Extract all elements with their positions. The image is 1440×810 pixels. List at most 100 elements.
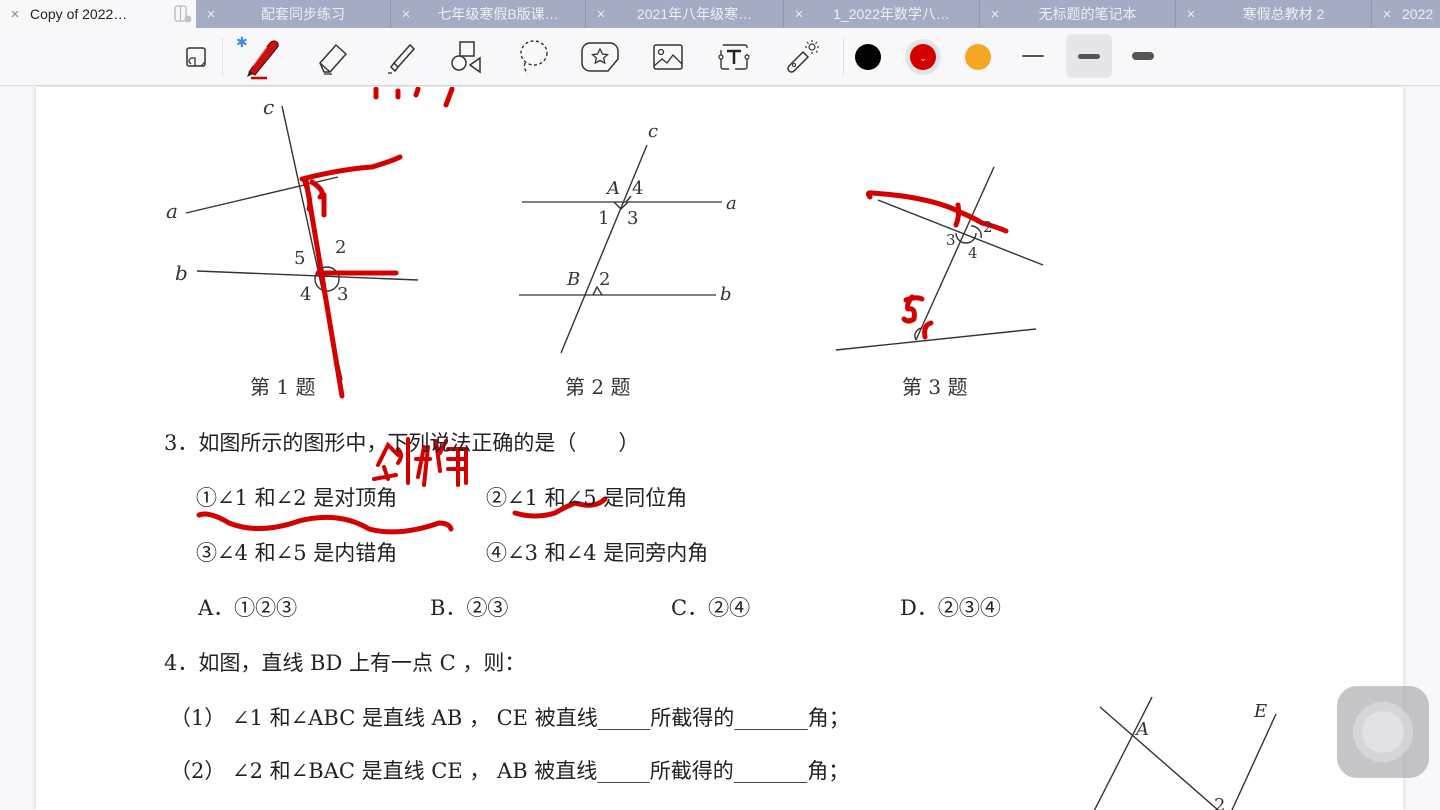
tab-4[interactable]: × 2021年八年级寒… <box>586 0 784 28</box>
fig1-label-3: 3 <box>337 284 349 305</box>
q3-stem: 3．如图所示的图形中，下列说法正确的是（ ） <box>164 431 640 455</box>
option-letter: A． <box>198 596 235 620</box>
fig2-label-2: 2 <box>599 269 611 290</box>
fig3-caption: 第 3 题 <box>902 375 968 399</box>
pen-tool-button[interactable]: ✱ <box>236 28 288 86</box>
q4-stem: 4．如图，直线 BD 上有一点 C ，则： <box>164 651 526 675</box>
q3-option-d[interactable]: D．②③④ <box>900 592 1001 622</box>
fig2-label-a: a <box>726 193 737 214</box>
tab-3[interactable]: × 七年级寒假B版课… <box>391 0 586 28</box>
fig2-label-4: 4 <box>632 178 644 199</box>
split-view-icon[interactable] <box>170 5 196 23</box>
shapes-tool-button[interactable] <box>444 28 488 86</box>
q3-statement-1: ①∠1 和∠2 是对顶角 <box>196 486 398 510</box>
fig1-label-c: c <box>263 95 275 119</box>
color-black-swatch[interactable] <box>855 44 881 70</box>
fig2-label-c: c <box>648 121 659 142</box>
option-letter: D． <box>900 596 938 620</box>
option-letter: B． <box>430 596 467 620</box>
q4-part-2: （2） ∠2 和∠BAC 是直线 CE ， AB 被直线_____所截得的___… <box>170 759 850 783</box>
option-value: ①②③ <box>234 596 298 620</box>
image-icon <box>653 44 683 70</box>
tab-label: 1_2022年数学八… <box>833 6 950 22</box>
close-tab-icon[interactable]: × <box>1372 6 1402 23</box>
q3-option-a[interactable]: A．①②③ <box>198 592 297 622</box>
eraser-icon <box>319 43 348 75</box>
close-tab-icon[interactable]: × <box>1176 6 1206 23</box>
fig1-label-a: a <box>166 199 178 223</box>
q3-statement-2: ②∠1 和∠5 是同位角 <box>486 486 688 510</box>
highlighter-tool-button[interactable] <box>378 28 422 86</box>
sticker-icon <box>581 42 619 72</box>
fig2-label-B: B <box>567 269 581 290</box>
image-tool-button[interactable] <box>646 28 690 86</box>
option-value: ②④ <box>708 596 751 620</box>
close-tab-icon[interactable]: × <box>196 6 226 23</box>
fig4-label-E: E <box>1254 701 1268 722</box>
fig2-label-b: b <box>720 284 732 305</box>
tab-7[interactable]: × 寒假总教材 2 <box>1176 0 1372 28</box>
option-letter: C． <box>671 596 709 620</box>
tab-label: 无标题的笔记本 <box>1038 6 1137 22</box>
bluetooth-icon: ✱ <box>236 34 248 50</box>
page-view-icon <box>186 47 206 67</box>
q3-statement-4: ④∠3 和∠4 是同旁内角 <box>486 541 709 565</box>
q4-part-1: （1） ∠1 和∠ABC 是直线 AB ， CE 被直线_____所截得的___… <box>170 706 850 730</box>
laser-pointer-tool-button[interactable] <box>780 28 824 86</box>
fig1-label-4: 4 <box>300 284 312 305</box>
tab-label: 2021年八年级寒… <box>636 6 753 22</box>
close-tab-icon[interactable]: × <box>586 6 616 23</box>
document-page[interactable]: c a b 5 2 4 3 第 1 题 c A 4 a 1 3 B 2 b 第 … <box>36 87 1403 810</box>
page-view-button[interactable] <box>174 28 218 86</box>
tab-bar: × Copy of 2022… × 配套同步练习 × 七年级寒假B版课… × 2021… <box>0 0 1440 28</box>
thickness-medium-button[interactable] <box>1066 34 1112 78</box>
fig3-label-3: 3 <box>946 231 956 249</box>
thickness-thick-button[interactable] <box>1120 34 1166 78</box>
tab-5[interactable]: × 1_2022年数学八… <box>784 0 980 28</box>
option-value: ②③ <box>466 596 509 620</box>
close-tab-icon[interactable]: × <box>980 6 1010 23</box>
tab-label: Copy of 2022… <box>30 6 128 22</box>
fig2-label-A: A <box>607 178 620 199</box>
close-tab-icon[interactable]: × <box>391 6 421 23</box>
shapes-icon <box>451 41 481 74</box>
fig3-label-4: 4 <box>968 244 978 262</box>
text-icon <box>718 44 750 70</box>
color-orange-swatch[interactable] <box>965 44 991 70</box>
fig1-label-b: b <box>175 261 188 285</box>
toolbar: ✱ ⌄ <box>0 28 1440 86</box>
fig1-line-b <box>196 270 419 281</box>
assistive-touch-button[interactable] <box>1337 686 1429 778</box>
tab-6[interactable]: × 无标题的笔记本 <box>980 0 1176 28</box>
fig2-caption: 第 2 题 <box>565 375 631 399</box>
fig1-label-2: 2 <box>335 237 347 258</box>
fig2-label-3: 3 <box>627 208 639 229</box>
lasso-icon <box>520 40 548 74</box>
handwriting-ink <box>196 87 1009 535</box>
chevron-down-icon: ⌄ <box>919 52 927 63</box>
close-tab-icon[interactable]: × <box>0 6 30 23</box>
tab-8[interactable]: × 2022 <box>1372 0 1440 28</box>
text-tool-button[interactable] <box>712 28 756 86</box>
thickness-thin-button[interactable] <box>1010 34 1056 78</box>
tab-copy-of-2022[interactable]: × Copy of 2022… <box>0 0 196 28</box>
lasso-tool-button[interactable] <box>512 28 556 86</box>
q3-statement-3: ③∠4 和∠5 是内错角 <box>196 541 398 565</box>
fig2-label-1: 1 <box>598 208 610 229</box>
q3-option-b[interactable]: B．②③ <box>430 592 508 622</box>
fig1-label-5: 5 <box>294 248 306 269</box>
tab-label: 2022 <box>1402 6 1434 22</box>
q3-option-c[interactable]: C．②④ <box>671 592 750 622</box>
option-value: ②③④ <box>937 596 1001 620</box>
fig1-caption: 第 1 题 <box>250 375 316 399</box>
close-tab-icon[interactable]: × <box>784 6 814 23</box>
sticker-tool-button[interactable] <box>578 28 622 86</box>
fig1-line-c <box>281 105 343 381</box>
tab-2[interactable]: × 配套同步练习 <box>196 0 391 28</box>
fig4-label-2: 2 <box>1214 795 1226 810</box>
eraser-tool-button[interactable] <box>310 28 354 86</box>
tab-label: 七年级寒假B版课… <box>437 6 559 22</box>
fig4-label-A: A <box>1136 719 1149 740</box>
tab-label: 寒假总教材 2 <box>1242 6 1325 22</box>
color-red-swatch[interactable]: ⌄ <box>910 44 936 70</box>
